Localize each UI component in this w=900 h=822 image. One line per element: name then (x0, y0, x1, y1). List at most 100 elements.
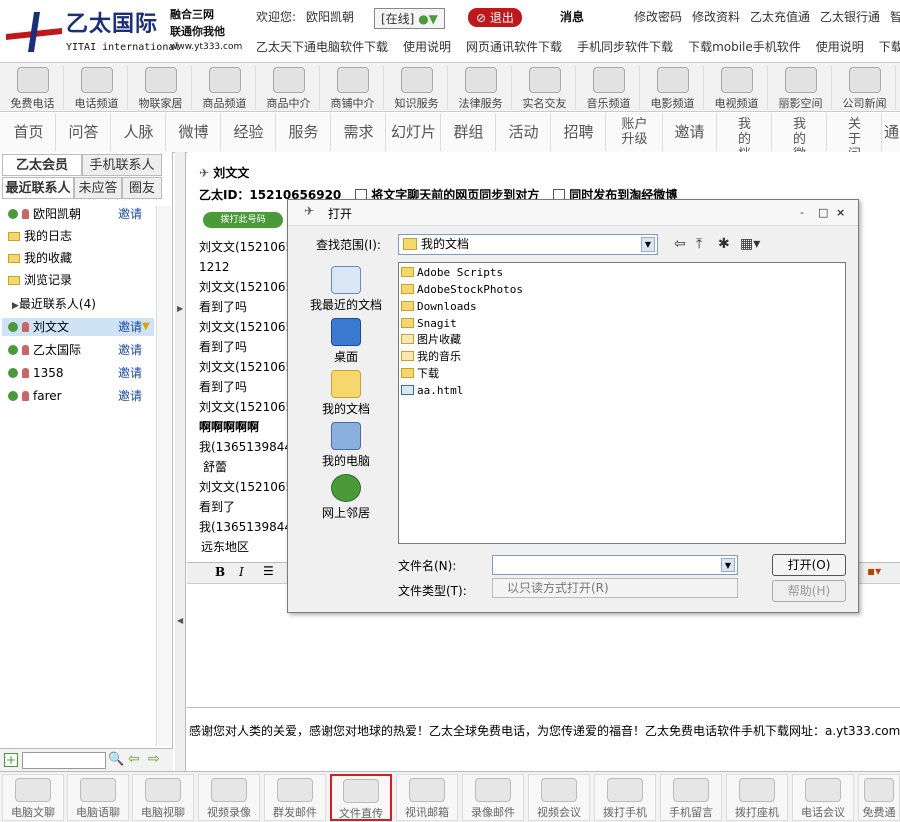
channel-shop-agent[interactable]: 商铺中介 (322, 65, 384, 110)
filetype-select[interactable]: 以只读方式打开(R) (492, 578, 738, 598)
link-recharge[interactable]: 乙太充值通 (750, 8, 810, 25)
nav-my-profile[interactable]: 我的档案 (718, 113, 772, 152)
func-record-mail[interactable]: 录像邮件 (462, 774, 524, 821)
channel-tv[interactable]: 电视频道 (706, 65, 768, 110)
channel-goods-agent[interactable]: 商品中介 (258, 65, 320, 110)
nav-jobs[interactable]: 招聘 (552, 113, 606, 151)
func-video-record[interactable]: 视频录像 (198, 774, 260, 821)
dial-button[interactable]: 拨打此号码 (203, 212, 283, 228)
nav-qa[interactable]: 问答 (57, 113, 111, 151)
func-call-mobile[interactable]: 拨打手机 (594, 774, 656, 821)
func-phone-conference[interactable]: 电话会议 (792, 774, 854, 821)
link-edit-profile[interactable]: 修改资料 (692, 8, 740, 25)
collapse-right-icon[interactable]: ▶ (177, 304, 183, 313)
minimize-icon[interactable]: - (800, 206, 804, 219)
download-link[interactable]: 使用说明 (403, 40, 451, 54)
channel-dating[interactable]: 实名交友 (514, 65, 576, 110)
contact-item-selected[interactable]: 刘文文 邀请 ▼ (2, 318, 154, 336)
channel-news[interactable]: 公司新闻 (834, 65, 896, 110)
tab-unanswered[interactable]: 未应答 (74, 177, 122, 199)
tab-mobile-contacts[interactable]: 手机联系人 (82, 154, 162, 176)
user-name[interactable]: 欧阳凯朝 (306, 8, 354, 25)
link-change-password[interactable]: 修改密码 (634, 8, 682, 25)
download-link[interactable]: 乙太天下通电脑软件下载 (256, 40, 388, 54)
place-my-computer[interactable]: 我的电脑 (306, 422, 386, 472)
file-item[interactable]: Snagit (401, 316, 457, 332)
nav-experience[interactable]: 经验 (222, 113, 276, 151)
search-icon[interactable]: 🔍 (108, 752, 124, 767)
tab-members[interactable]: 乙太会员 (2, 154, 82, 176)
nav-my-weibo[interactable]: 我的微博 (773, 113, 827, 152)
func-free[interactable]: 免费通 (858, 774, 900, 821)
channel-photo[interactable]: 丽影空间 (770, 65, 832, 110)
func-video-conference[interactable]: 视频会议 (528, 774, 590, 821)
folder-item[interactable]: 我的日志 (8, 227, 168, 245)
contact-item[interactable]: 1358 邀请 (8, 364, 168, 382)
channel-knowledge[interactable]: 知识服务 (386, 65, 448, 110)
invite-link[interactable]: 邀请 (118, 205, 142, 223)
download-link[interactable]: 网页通讯软件下载 (466, 40, 562, 54)
download-link[interactable]: 手机同步软件下载 (577, 40, 673, 54)
up-folder-icon[interactable]: ⤒ (696, 236, 702, 252)
file-item[interactable]: 图片收藏 (401, 332, 461, 348)
nav-slides[interactable]: 幻灯片 (387, 113, 441, 151)
folder-item[interactable]: 我的收藏 (8, 249, 168, 267)
chevron-down-icon[interactable]: ▼ (641, 237, 655, 252)
invite-link[interactable]: 邀请 (118, 364, 142, 382)
arrow-left-icon[interactable]: ⇦ (128, 751, 140, 767)
channel-legal[interactable]: 法律服务 (450, 65, 512, 110)
func-mass-mail[interactable]: 群发邮件 (264, 774, 326, 821)
close-icon[interactable]: × (836, 206, 845, 219)
link-bank[interactable]: 乙太银行通 (820, 8, 880, 25)
file-item[interactable]: aa.html (401, 383, 463, 399)
italic-icon[interactable]: I (239, 565, 244, 579)
func-pc-text[interactable]: 电脑文聊 (2, 774, 64, 821)
arrow-right-icon[interactable]: ⇨ (148, 751, 160, 767)
nav-events[interactable]: 活动 (497, 113, 551, 151)
invite-link[interactable]: 邀请 (118, 318, 142, 336)
file-item[interactable]: AdobeStockPhotos (401, 282, 523, 298)
place-network[interactable]: 网上邻居 (306, 474, 386, 524)
bold-icon[interactable]: B (215, 565, 225, 579)
collapse-left-icon[interactable]: ◀ (177, 616, 183, 625)
nav-demand[interactable]: 需求 (332, 113, 386, 151)
func-video-mailbox[interactable]: 视讯邮箱 (396, 774, 458, 821)
message-link[interactable]: 消息 (560, 8, 584, 25)
tab-circle[interactable]: 圈友 (122, 177, 162, 199)
nav-weibo[interactable]: 微博 (167, 113, 221, 151)
file-item[interactable]: 我的音乐 (401, 349, 461, 365)
nav-groups[interactable]: 群组 (442, 113, 496, 151)
download-link[interactable]: 使用说明 (816, 40, 864, 54)
channel-smart-home[interactable]: 物联家居 (130, 65, 192, 110)
group-item[interactable]: ▶最近联系人(4) (12, 295, 172, 313)
chevron-down-icon[interactable]: ▼ (721, 558, 735, 572)
func-pc-video[interactable]: 电脑视聊 (132, 774, 194, 821)
download-link[interactable]: 下载 (879, 40, 900, 54)
nav-network[interactable]: 人脉 (112, 113, 166, 151)
nav-service[interactable]: 服务 (277, 113, 331, 151)
list-icon[interactable]: ☰ (263, 564, 274, 578)
channel-goods[interactable]: 商品频道 (194, 65, 256, 110)
file-item[interactable]: Adobe Scripts (401, 265, 503, 281)
channel-free-call[interactable]: 免费电话 (2, 65, 64, 110)
status-select[interactable]: [在线] ●▼ (374, 8, 445, 29)
contact-item[interactable]: 乙太国际 邀请 (8, 341, 168, 359)
view-menu-icon[interactable]: ▦▾ (740, 236, 760, 252)
download-link[interactable]: 下载mobile手机软件 (688, 40, 801, 54)
folder-item[interactable]: 浏览记录 (8, 271, 168, 289)
filename-input[interactable]: ▼ (492, 555, 738, 575)
open-button[interactable]: 打开(O) (772, 554, 846, 576)
channel-phone[interactable]: 电话频道 (66, 65, 128, 110)
tab-recent[interactable]: 最近联系人 (2, 177, 74, 199)
nav-home[interactable]: 首页 (2, 113, 56, 151)
file-item[interactable]: 下载 (401, 366, 439, 382)
help-button[interactable]: 帮助(H) (772, 580, 846, 602)
panel-splitter[interactable]: ▶ ◀ (175, 152, 186, 772)
place-desktop[interactable]: 桌面 (306, 318, 386, 368)
func-file-transfer[interactable]: 文件直传 (330, 774, 392, 821)
look-in-select[interactable]: 我的文档 ▼ (398, 234, 658, 255)
place-recent[interactable]: 我最近的文档 (306, 266, 386, 316)
func-mobile-message[interactable]: 手机留言 (660, 774, 722, 821)
contact-search-input[interactable] (22, 752, 106, 769)
channel-music[interactable]: 音乐频道 (578, 65, 640, 110)
